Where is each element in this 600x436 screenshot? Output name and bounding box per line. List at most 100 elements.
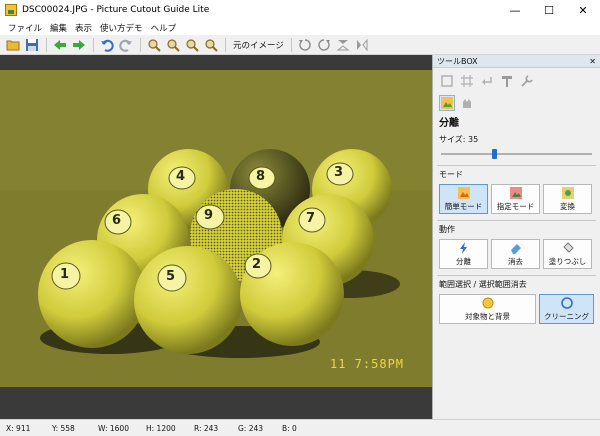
maximize-button[interactable]: ☐ — [532, 0, 566, 20]
tool-row-top — [433, 68, 600, 90]
flip-vertical-icon — [336, 39, 350, 50]
action-section-label: 動作 — [437, 220, 596, 237]
text-tool-button[interactable] — [499, 73, 515, 89]
brush-size-slider[interactable] — [441, 149, 592, 159]
crop-tool-button[interactable] — [439, 73, 455, 89]
convert-button[interactable]: 変換 — [543, 184, 592, 214]
ball-number-label: 9 — [204, 208, 214, 223]
easy-mode-icon — [457, 187, 470, 199]
zoom-in-button[interactable] — [145, 36, 163, 54]
zoom-out-button[interactable] — [164, 36, 182, 54]
range-buttons: 対象物と背景 クリーニング — [437, 292, 596, 324]
billiard-photo[interactable]: 4 8 3 6 9 7 1 5 2 11 7:58PM — [0, 70, 432, 387]
tool-row-mode — [433, 90, 600, 112]
range-section-label: 範囲選択 / 選択範囲消去 — [437, 275, 596, 292]
image-canvas[interactable]: 4 8 3 6 9 7 1 5 2 11 7:58PM — [0, 55, 432, 419]
specify-mode-icon — [509, 187, 522, 199]
cleaning-button[interactable]: クリーニング — [539, 294, 594, 324]
fill-bucket-icon — [562, 242, 574, 253]
specify-mode-label: 指定モード — [496, 202, 535, 211]
redo-button[interactable] — [117, 36, 135, 54]
menu-edit[interactable]: 編集 — [46, 22, 71, 34]
grid-icon — [461, 75, 473, 87]
undo-button[interactable] — [98, 36, 116, 54]
open-folder-button[interactable] — [4, 36, 22, 54]
lightning-icon — [459, 242, 467, 254]
toolbar-separator — [290, 37, 292, 52]
rotate-left-icon — [298, 38, 311, 51]
menu-file[interactable]: ファイル — [4, 22, 46, 34]
minimize-button[interactable]: — — [498, 0, 532, 20]
menu-demo[interactable]: 使い方デモ — [96, 22, 147, 34]
separate-button[interactable]: 分離 — [439, 239, 488, 269]
slider-thumb[interactable] — [491, 149, 497, 159]
save-icon — [26, 38, 38, 51]
mode-section: モード 簡単モード 指定モード 変換 — [437, 165, 596, 214]
ball-number-label: 6 — [112, 213, 122, 228]
toolbox-close-button[interactable]: ✕ — [589, 57, 596, 66]
convert-icon — [561, 187, 574, 199]
separate-tool-button[interactable] — [439, 95, 455, 111]
redo-icon — [119, 39, 132, 52]
ball-number-label: 1 — [60, 267, 70, 282]
return-tool-button[interactable] — [479, 73, 495, 89]
toolbox-panel: ツールBOX ✕ 分離 サイズ: 35 モード 簡単モード 指定モード 変換 動… — [432, 55, 600, 419]
eraser-icon — [510, 244, 521, 254]
specify-mode-button[interactable]: 指定モード — [491, 184, 540, 214]
close-button[interactable]: ✕ — [566, 0, 600, 20]
zoom-fit-button[interactable] — [183, 36, 201, 54]
menu-help[interactable]: ヘルプ — [147, 22, 181, 34]
toolbox-title: ツールBOX — [437, 56, 478, 66]
easy-mode-label: 簡単モード — [444, 202, 483, 211]
toolbar-separator — [140, 37, 141, 52]
rotate-left-button[interactable] — [296, 36, 314, 54]
toolbar-separator — [46, 37, 47, 52]
ball-number-label: 3 — [334, 165, 344, 180]
status-x: X: 911 — [6, 423, 31, 433]
back-button[interactable] — [51, 36, 69, 54]
status-green: G: 243 — [238, 423, 264, 433]
toolbar: 元のイメージ — [0, 35, 600, 55]
panel-title: 分離 — [439, 118, 459, 129]
action-buttons: 分離 消去 塗りつぶし — [437, 237, 596, 269]
object-and-background-button[interactable]: 対象物と背景 — [439, 294, 537, 324]
window-title: DSC00024.JPG - Picture Cutout Guide Lite — [22, 5, 210, 15]
flip-vertical-button[interactable] — [334, 36, 352, 54]
forward-button[interactable] — [70, 36, 88, 54]
undo-icon — [101, 39, 114, 52]
status-width: W: 1600 — [98, 423, 129, 433]
rotate-right-button[interactable] — [315, 36, 333, 54]
status-y: Y: 558 — [52, 423, 75, 433]
billiard-balls-image — [0, 70, 432, 387]
ball-number-label: 7 — [306, 211, 316, 226]
erase-label: 消去 — [508, 257, 523, 266]
hand-tool-button[interactable] — [459, 95, 475, 111]
toolbar-separator — [225, 37, 226, 52]
status-height: H: 1200 — [146, 423, 176, 433]
app-icon — [5, 4, 17, 16]
ball-number-label: 8 — [256, 169, 266, 184]
toolbox-header: ツールBOX ✕ — [433, 55, 600, 68]
status-spacer — [316, 422, 600, 435]
zoom-actual-button[interactable] — [202, 36, 220, 54]
easy-mode-button[interactable]: 簡単モード — [439, 184, 488, 214]
mode-section-label: モード — [437, 165, 596, 182]
flip-horizontal-icon — [356, 38, 368, 51]
zoom-out-icon — [167, 38, 180, 52]
restore-original-button[interactable]: 元のイメージ — [230, 39, 287, 51]
arrow-right-icon — [73, 39, 85, 50]
save-button[interactable] — [23, 36, 41, 54]
fill-label: 塗りつぶし — [548, 257, 587, 266]
brush-size-label: サイズ: 35 — [439, 135, 479, 144]
flip-horizontal-button[interactable] — [353, 36, 371, 54]
folder-icon — [6, 40, 20, 50]
menu-view[interactable]: 表示 — [71, 22, 96, 34]
fill-button[interactable]: 塗りつぶし — [543, 239, 592, 269]
wrench-tool-button[interactable] — [519, 73, 535, 89]
grid-tool-button[interactable] — [459, 73, 475, 89]
zoom-in-icon — [148, 38, 161, 52]
rotate-right-icon — [318, 38, 330, 51]
erase-button[interactable]: 消去 — [491, 239, 540, 269]
ball-number-label: 4 — [176, 169, 186, 184]
photo-timestamp: 11 7:58PM — [330, 357, 405, 371]
